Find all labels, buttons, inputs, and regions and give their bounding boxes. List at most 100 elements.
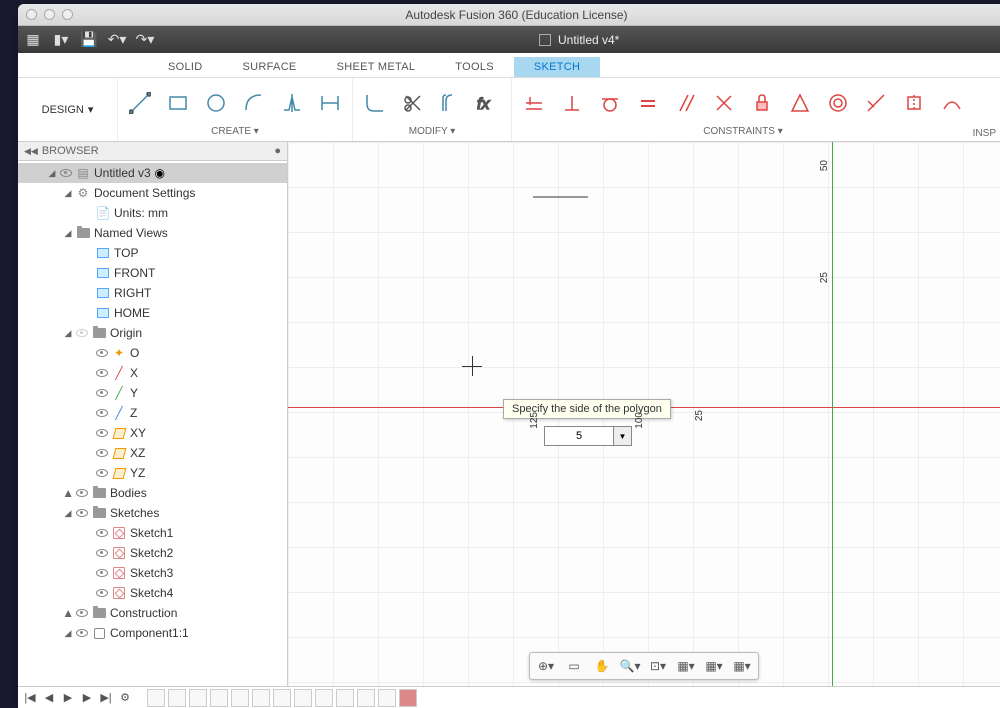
- fit-icon[interactable]: ⊡▾: [645, 656, 671, 676]
- window-minimize-button[interactable]: [44, 9, 55, 20]
- tree-origin-o[interactable]: ✦O: [18, 343, 287, 363]
- timeline-feature[interactable]: [189, 689, 207, 707]
- parallel-constraint-icon[interactable]: [672, 89, 700, 117]
- horizontal-constraint-icon[interactable]: [520, 89, 548, 117]
- timeline-end-icon[interactable]: ▶|: [98, 690, 114, 706]
- tree-sketches[interactable]: ◢Sketches: [18, 503, 287, 523]
- timeline-play-icon[interactable]: ▶: [60, 690, 76, 706]
- tree-sketch-2[interactable]: Sketch2: [18, 543, 287, 563]
- sketch-geometry[interactable]: [288, 142, 588, 292]
- rectangle-tool-icon[interactable]: [164, 89, 192, 117]
- symmetry-constraint-icon[interactable]: [900, 89, 928, 117]
- ribbon-group-label[interactable]: CONSTRAINTS ▾: [703, 126, 782, 139]
- fx-parameters-icon[interactable]: fx: [475, 89, 503, 117]
- timeline-feature[interactable]: [357, 689, 375, 707]
- ribbon-group-label[interactable]: MODIFY ▾: [409, 126, 456, 139]
- collapse-icon[interactable]: ◀◀: [24, 146, 38, 157]
- app-menu-icon[interactable]: ▦: [24, 31, 42, 49]
- offset-tool-icon[interactable]: [437, 89, 465, 117]
- curvature-constraint-icon[interactable]: [938, 89, 966, 117]
- tree-plane-xz[interactable]: XZ: [18, 443, 287, 463]
- tree-component-1[interactable]: ◢Component1:1: [18, 623, 287, 643]
- tree-plane-xy[interactable]: XY: [18, 423, 287, 443]
- vertical-constraint-icon[interactable]: [558, 89, 586, 117]
- timeline-forward-icon[interactable]: ▶: [79, 690, 95, 706]
- midpoint-constraint-icon[interactable]: [786, 89, 814, 117]
- timeline-feature[interactable]: [147, 689, 165, 707]
- tab-sketch[interactable]: SKETCH: [514, 57, 600, 77]
- window-close-button[interactable]: [26, 9, 37, 20]
- chevron-down-icon[interactable]: ▼: [614, 426, 632, 446]
- tab-solid[interactable]: SOLID: [148, 57, 223, 77]
- tree-origin-x[interactable]: ╱X: [18, 363, 287, 383]
- tree-origin-y[interactable]: ╱Y: [18, 383, 287, 403]
- perpendicular-constraint-icon[interactable]: [710, 89, 738, 117]
- orbit-icon[interactable]: ⊕▾: [533, 656, 559, 676]
- window-maximize-button[interactable]: [62, 9, 73, 20]
- tree-plane-yz[interactable]: YZ: [18, 463, 287, 483]
- tree-doc-settings[interactable]: ◢⚙Document Settings: [18, 183, 287, 203]
- fix-constraint-icon[interactable]: [748, 89, 776, 117]
- tree-origin-z[interactable]: ╱Z: [18, 403, 287, 423]
- timeline-feature[interactable]: [168, 689, 186, 707]
- tab-sheet-metal[interactable]: SHEET METAL: [317, 57, 436, 77]
- document-title[interactable]: Untitled v4*: [164, 33, 994, 47]
- tangent-constraint-icon[interactable]: [596, 89, 624, 117]
- timeline-feature[interactable]: [252, 689, 270, 707]
- pan-icon[interactable]: ✋: [589, 656, 615, 676]
- tree-sketch-4[interactable]: Sketch4: [18, 583, 287, 603]
- timeline-back-icon[interactable]: ◀: [41, 690, 57, 706]
- file-menu-icon[interactable]: ▮▾: [52, 31, 70, 49]
- fillet-tool-icon[interactable]: [361, 89, 389, 117]
- collinear-constraint-icon[interactable]: [862, 89, 890, 117]
- tree-units[interactable]: 📄Units: mm: [18, 203, 287, 223]
- tree-view-right[interactable]: RIGHT: [18, 283, 287, 303]
- browser-tree[interactable]: ◢▤Untitled v3◉ ◢⚙Document Settings 📄Unit…: [18, 161, 287, 689]
- radio-icon[interactable]: ◉: [151, 166, 169, 180]
- redo-icon[interactable]: ↷▾: [136, 31, 154, 49]
- tree-view-top[interactable]: TOP: [18, 243, 287, 263]
- trim-tool-icon[interactable]: [399, 89, 427, 117]
- undo-icon[interactable]: ↶▾: [108, 31, 126, 49]
- ribbon-group-label[interactable]: CREATE ▾: [211, 126, 259, 139]
- grid-settings-icon[interactable]: ▦▾: [701, 656, 727, 676]
- zoom-icon[interactable]: 🔍▾: [617, 656, 643, 676]
- tree-view-home[interactable]: HOME: [18, 303, 287, 323]
- tree-named-views[interactable]: ◢Named Views: [18, 223, 287, 243]
- look-at-icon[interactable]: ▭: [561, 656, 587, 676]
- arc-tool-icon[interactable]: [240, 89, 268, 117]
- viewport-layout-icon[interactable]: ▦▾: [729, 656, 755, 676]
- line-tool-icon[interactable]: [126, 89, 154, 117]
- tree-construction[interactable]: ▶Construction: [18, 603, 287, 623]
- display-settings-icon[interactable]: ▦▾: [673, 656, 699, 676]
- timeline-settings-icon[interactable]: ⚙: [117, 690, 133, 706]
- tree-bodies[interactable]: ▶Bodies: [18, 483, 287, 503]
- tab-tools[interactable]: TOOLS: [435, 57, 514, 77]
- timeline-feature[interactable]: [210, 689, 228, 707]
- polygon-sides-field[interactable]: [544, 426, 614, 446]
- save-icon[interactable]: 💾: [80, 31, 98, 49]
- timeline-marker[interactable]: [399, 689, 417, 707]
- viewport[interactable]: Specify the side of the polygon ▼ 50 25 …: [288, 142, 1000, 708]
- equal-constraint-icon[interactable]: [634, 89, 662, 117]
- timeline-feature[interactable]: [315, 689, 333, 707]
- tree-root[interactable]: ◢▤Untitled v3◉: [18, 163, 287, 183]
- dimension-tool-icon[interactable]: [316, 89, 344, 117]
- timeline-feature[interactable]: [378, 689, 396, 707]
- tree-sketch-1[interactable]: Sketch1: [18, 523, 287, 543]
- tree-view-front[interactable]: FRONT: [18, 263, 287, 283]
- workspace-selector[interactable]: DESIGN▾: [18, 78, 118, 141]
- polygon-sides-input[interactable]: ▼: [544, 426, 634, 446]
- tree-sketch-3[interactable]: Sketch3: [18, 563, 287, 583]
- tab-surface[interactable]: SURFACE: [223, 57, 317, 77]
- settings-dot-icon[interactable]: ●: [274, 145, 281, 157]
- mirror-tool-icon[interactable]: [278, 89, 306, 117]
- concentric-constraint-icon[interactable]: [824, 89, 852, 117]
- timeline-start-icon[interactable]: |◀: [22, 690, 38, 706]
- circle-tool-icon[interactable]: [202, 89, 230, 117]
- timeline-feature[interactable]: [231, 689, 249, 707]
- timeline-feature[interactable]: [273, 689, 291, 707]
- tree-origin[interactable]: ◢Origin: [18, 323, 287, 343]
- timeline-feature[interactable]: [336, 689, 354, 707]
- browser-header[interactable]: ◀◀ BROWSER ●: [18, 142, 287, 161]
